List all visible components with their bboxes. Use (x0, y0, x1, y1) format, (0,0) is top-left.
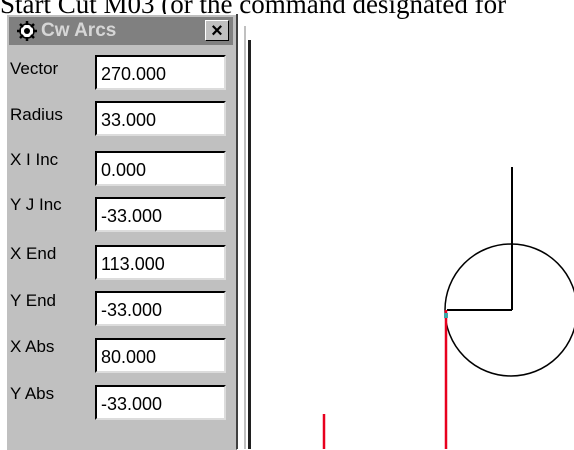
drawing-viewport[interactable] (0, 0, 574, 449)
start-point-marker (444, 313, 448, 318)
